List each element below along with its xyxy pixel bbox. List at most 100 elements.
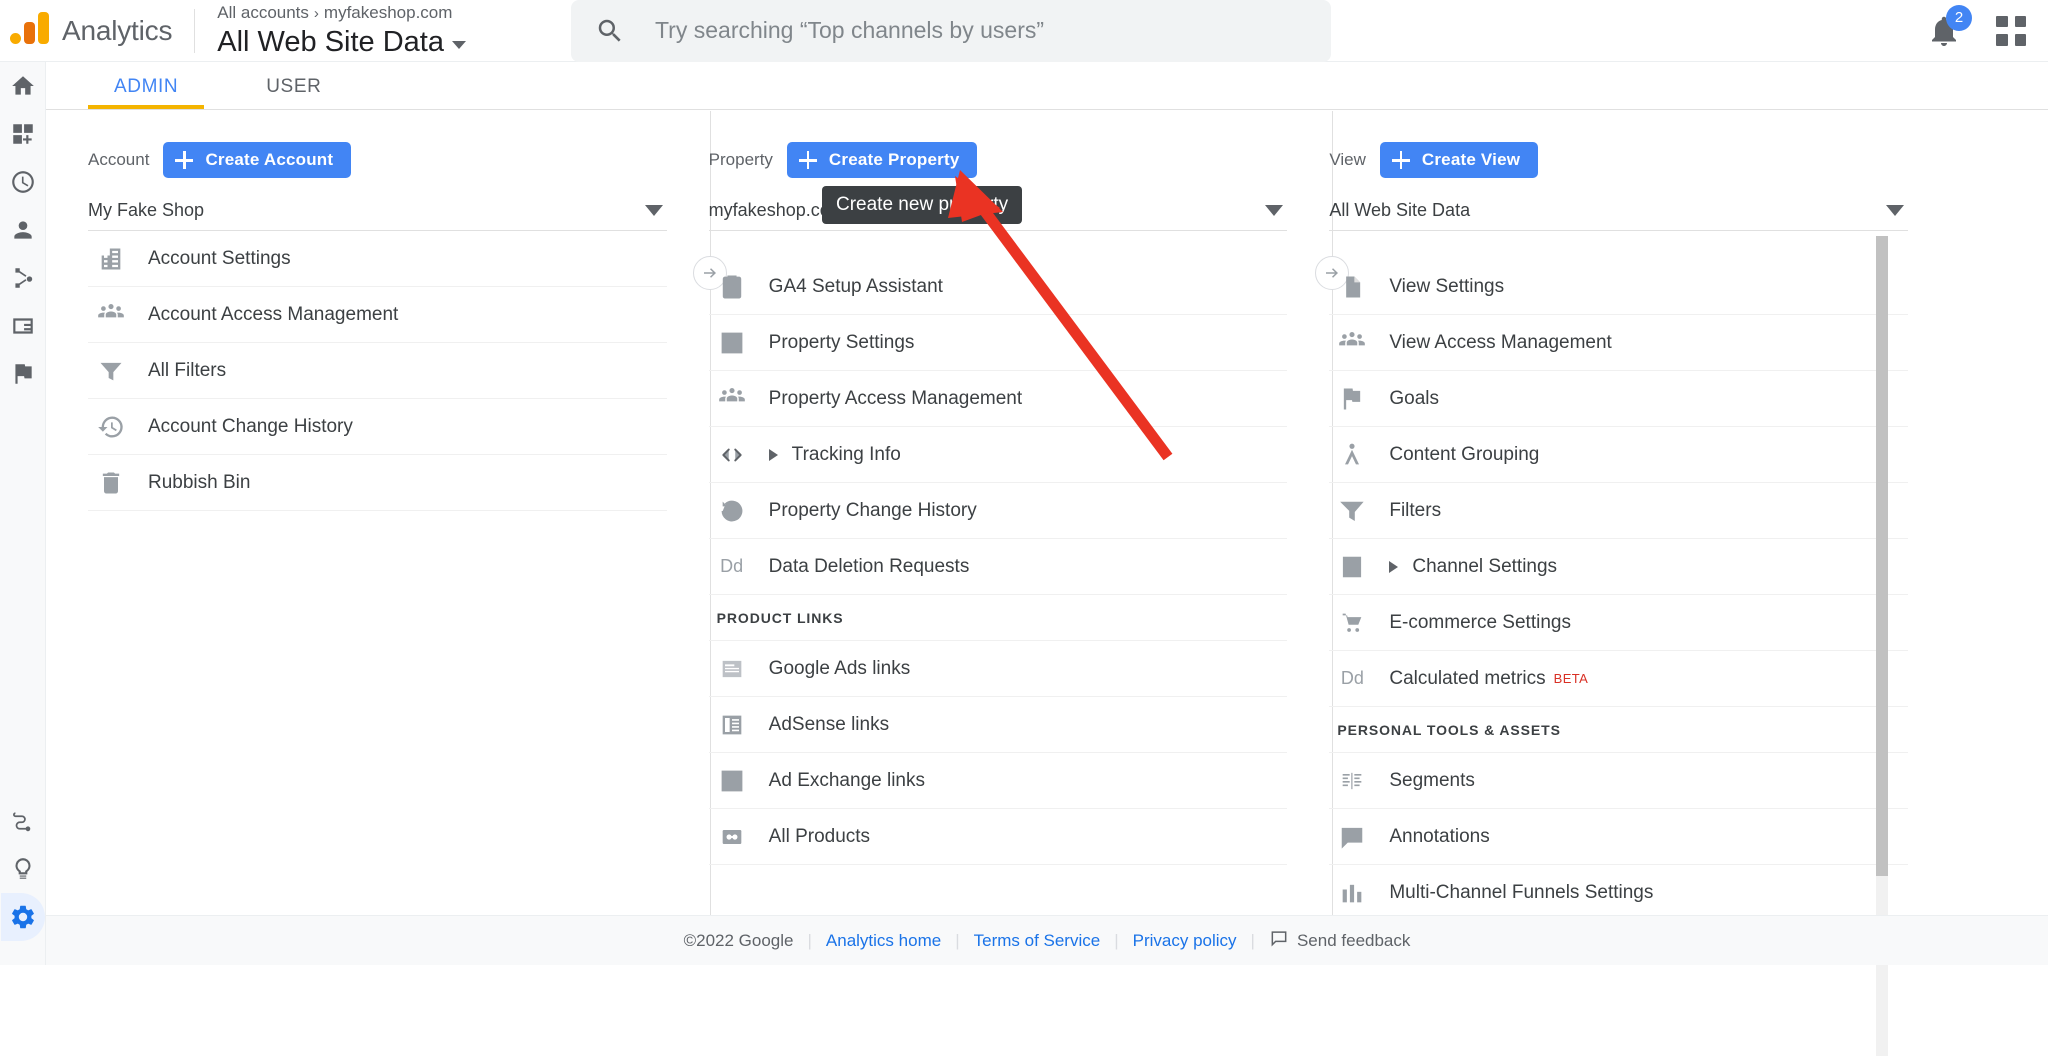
view-item-label: Filters (1389, 500, 1441, 522)
account-item-all-filters[interactable]: All Filters (88, 343, 667, 399)
breadcrumb-all-accounts[interactable]: All accounts (217, 3, 309, 22)
left-nav-rail (0, 62, 46, 965)
property-item-all-products[interactable]: All Products (709, 809, 1288, 865)
property-item-access-management[interactable]: Property Access Management (709, 371, 1288, 427)
beta-badge: BETA (1554, 671, 1589, 686)
lightbulb-icon (10, 856, 36, 882)
sidebar-item-home[interactable] (0, 62, 46, 110)
view-item-multi-channel-funnels-settings[interactable]: Multi-Channel Funnels Settings (1329, 865, 1908, 921)
property-item-label: GA4 Setup Assistant (769, 276, 943, 298)
footer-link-analytics-home[interactable]: Analytics home (826, 931, 941, 951)
view-item-calculated-metrics[interactable]: Dd Calculated metrics BETA (1329, 651, 1908, 707)
sidebar-item-audience[interactable] (0, 206, 46, 254)
admin-columns: Account Create Account My Fake Shop Acco… (88, 111, 1908, 956)
property-item-google-ads-links[interactable]: Google Ads links (709, 641, 1288, 697)
property-item-change-history[interactable]: Property Change History (709, 483, 1288, 539)
search-input[interactable] (655, 17, 1307, 44)
account-dropdown[interactable]: My Fake Shop (88, 191, 667, 231)
property-item-label: Tracking Info (792, 444, 901, 466)
account-item-access-management[interactable]: Account Access Management (88, 287, 667, 343)
send-feedback-icon[interactable] (1269, 928, 1289, 953)
create-property-button[interactable]: Create Property (787, 142, 978, 178)
flag-icon (1337, 384, 1367, 414)
sidebar-item-behaviour[interactable] (0, 302, 46, 350)
property-item-data-deletion-requests[interactable]: Dd Data Deletion Requests (709, 539, 1288, 595)
property-item-settings[interactable]: Property Settings (709, 315, 1288, 371)
analytics-logo-icon (8, 14, 52, 48)
account-item-settings[interactable]: Account Settings (88, 231, 667, 287)
view-item-label: View Settings (1389, 276, 1504, 298)
search-box[interactable] (571, 0, 1331, 62)
segments-icon (1337, 766, 1367, 796)
footer-separator: | (807, 931, 811, 951)
view-item-segments[interactable]: Segments (1329, 753, 1908, 809)
view-title[interactable]: All Web Site Data (217, 25, 466, 59)
document-icon (1337, 272, 1367, 302)
sidebar-item-customisation[interactable] (0, 110, 46, 158)
view-item-ecommerce-settings[interactable]: E-commerce Settings (1329, 595, 1908, 651)
property-item-ad-exchange-links[interactable]: Ad Exchange links (709, 753, 1288, 809)
view-item-access-management[interactable]: View Access Management (1329, 315, 1908, 371)
view-item-annotations[interactable]: Annotations (1329, 809, 1908, 865)
section-personal-tools: PERSONAL TOOLS & ASSETS (1329, 707, 1908, 753)
property-item-ga4-setup-assistant[interactable]: GA4 Setup Assistant (709, 259, 1288, 315)
history-icon (96, 412, 126, 442)
view-item-channel-settings[interactable]: Channel Settings (1329, 539, 1908, 595)
account-column-header: Account Create Account (88, 141, 667, 179)
expand-arrow-icon[interactable] (1389, 561, 1398, 573)
account-item-label: Account Settings (148, 248, 291, 270)
tab-user[interactable]: USER (240, 76, 347, 109)
expand-arrow-icon[interactable] (769, 449, 778, 461)
sidebar-item-acquisition[interactable] (0, 254, 46, 302)
property-item-tracking-info[interactable]: Tracking Info (709, 427, 1288, 483)
view-item-content-grouping[interactable]: Content Grouping (1329, 427, 1908, 483)
apps-grid-icon[interactable] (1996, 16, 2026, 46)
behaviour-layout-icon (10, 313, 36, 339)
scrollbar-thumb[interactable] (1876, 236, 1888, 876)
notifications-button[interactable]: 2 (1926, 13, 1962, 49)
admin-panel: Account Create Account My Fake Shop Acco… (46, 111, 2048, 956)
sidebar-item-discover[interactable] (0, 845, 46, 893)
layout-icon (717, 328, 747, 358)
breadcrumb-account[interactable]: myfakeshop.com (324, 3, 453, 22)
top-bar: Analytics All accounts›myfakeshop.com Al… (0, 0, 2048, 62)
view-item-label: Segments (1389, 770, 1475, 792)
property-item-adsense-links[interactable]: AdSense links (709, 697, 1288, 753)
content-grouping-icon (1337, 440, 1367, 470)
sidebar-item-admin[interactable] (1, 893, 45, 941)
building-icon (96, 244, 126, 274)
create-account-button[interactable]: Create Account (163, 142, 351, 178)
view-item-label: E-commerce Settings (1389, 612, 1571, 634)
view-item-settings[interactable]: View Settings (1329, 259, 1908, 315)
search-icon (595, 16, 625, 46)
top-right-actions: 2 (1926, 13, 2048, 49)
annotations-icon (1337, 822, 1367, 852)
view-item-goals[interactable]: Goals (1329, 371, 1908, 427)
view-item-label: Content Grouping (1389, 444, 1539, 466)
view-item-filters[interactable]: Filters (1329, 483, 1908, 539)
property-column: Property Create Property myfakeshop.com … (709, 111, 1288, 956)
realtime-clock-icon (10, 169, 36, 195)
view-dropdown[interactable]: All Web Site Data (1329, 191, 1908, 231)
account-item-change-history[interactable]: Account Change History (88, 399, 667, 455)
account-item-label: Account Access Management (148, 304, 398, 326)
section-product-links-label: PRODUCT LINKS (717, 610, 844, 626)
cart-icon (1337, 608, 1367, 638)
property-item-label: Ad Exchange links (769, 770, 925, 792)
tab-admin[interactable]: ADMIN (88, 76, 204, 109)
footer-send-feedback[interactable]: Send feedback (1297, 931, 1410, 951)
view-item-label: Goals (1389, 388, 1439, 410)
footer-link-terms-of-service[interactable]: Terms of Service (974, 931, 1101, 951)
sidebar-item-realtime[interactable] (0, 158, 46, 206)
footer-link-privacy-policy[interactable]: Privacy policy (1133, 931, 1237, 951)
account-item-rubbish-bin[interactable]: Rubbish Bin (88, 455, 667, 511)
chevron-down-icon (1886, 205, 1904, 216)
view-item-label: Annotations (1389, 826, 1489, 848)
property-column-header: Property Create Property (709, 141, 1288, 179)
account-selector[interactable]: All accounts›myfakeshop.com All Web Site… (217, 2, 466, 59)
sidebar-item-conversions[interactable] (0, 350, 46, 398)
flag-icon (10, 361, 36, 387)
tab-bar: ADMIN USER (46, 62, 2048, 110)
create-view-button[interactable]: Create View (1380, 142, 1538, 178)
sidebar-item-attribution[interactable] (0, 797, 46, 845)
